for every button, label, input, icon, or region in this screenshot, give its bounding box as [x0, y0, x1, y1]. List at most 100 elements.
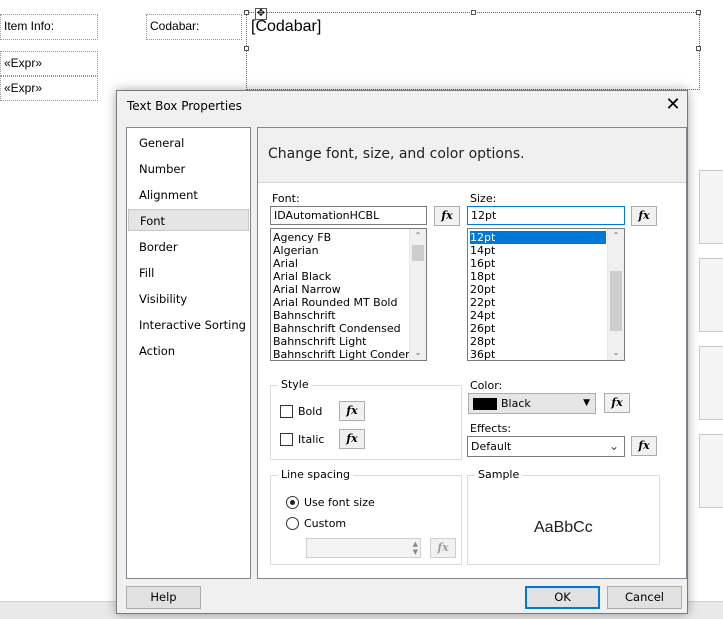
ok-button[interactable]: OK — [525, 586, 600, 609]
nav-visibility[interactable]: Visibility — [128, 288, 249, 310]
font-input[interactable]: IDAutomationHCBL — [270, 206, 427, 225]
size-list-item[interactable]: 14pt — [470, 244, 495, 257]
chevron-down-icon: ▼ — [583, 398, 590, 408]
effects-fx-button[interactable]: fx — [631, 436, 657, 456]
nav-border[interactable]: Border — [128, 236, 249, 258]
font-list-item[interactable]: Arial Narrow — [273, 283, 341, 296]
resize-handle-right[interactable] — [696, 46, 701, 51]
line-spacing-group: Line spacing Use font size Custom ▲ ▼ fx — [270, 468, 462, 565]
italic-label[interactable]: Italic — [298, 433, 324, 446]
style-group: Style Bold fx Italic fx — [270, 378, 462, 460]
font-list-item[interactable]: Agency FB — [273, 231, 331, 244]
move-handle-icon[interactable]: ✥ — [255, 8, 267, 20]
color-swatch — [473, 398, 497, 410]
font-list[interactable]: Agency FB Algerian Arial Arial Black Ari… — [270, 228, 427, 361]
size-fx-button[interactable]: fx — [631, 206, 657, 226]
size-list-scrollbar[interactable]: ⌃ ⌄ — [607, 229, 624, 360]
scroll-up-icon[interactable]: ⌃ — [608, 229, 624, 243]
fx-icon: fx — [346, 404, 358, 417]
scroll-up-icon[interactable]: ⌃ — [410, 229, 426, 243]
bold-checkbox[interactable] — [280, 405, 293, 418]
designer-right-strip — [687, 90, 723, 610]
scroll-thumb[interactable] — [610, 271, 622, 331]
line-spacing-spinner[interactable]: ▲ ▼ — [306, 538, 421, 558]
size-list-item[interactable]: 24pt — [470, 309, 495, 322]
size-list-item[interactable]: 18pt — [470, 270, 495, 283]
codabar-label[interactable]: Codabar: — [146, 14, 242, 40]
size-list-item-selected[interactable]: 12pt — [470, 231, 606, 244]
color-dropdown[interactable]: Black ▼ — [468, 393, 596, 414]
font-list-scrollbar[interactable]: ⌃ ⌄ — [409, 229, 426, 360]
font-fx-button[interactable]: fx — [434, 206, 460, 226]
panel-header-text: Change font, size, and color options. — [268, 146, 525, 162]
scroll-down-icon[interactable]: ⌄ — [608, 346, 624, 360]
italic-fx-button[interactable]: fx — [339, 429, 365, 449]
size-list-item[interactable]: 26pt — [470, 322, 495, 335]
font-list-item[interactable]: Arial — [273, 257, 298, 270]
help-button[interactable]: Help — [126, 586, 201, 609]
color-fx-button[interactable]: fx — [604, 393, 630, 413]
line-spacing-fx-button[interactable]: fx — [430, 538, 456, 558]
expr-cell-2[interactable]: «Expr» — [0, 76, 98, 101]
color-label: Color: — [470, 379, 503, 392]
sample-text: AaBbCc — [534, 519, 593, 536]
size-list-item[interactable]: 28pt — [470, 335, 495, 348]
sample-group: Sample AaBbCc — [467, 468, 660, 565]
size-list-item[interactable]: 20pt — [470, 283, 495, 296]
codabar-value: [Codabar] — [251, 18, 322, 35]
size-input[interactable]: 12pt — [467, 206, 625, 225]
use-font-size-radio[interactable] — [286, 496, 299, 509]
resize-handle-top[interactable] — [471, 10, 476, 15]
bold-fx-button[interactable]: fx — [339, 401, 365, 421]
close-icon[interactable]: ✕ — [663, 95, 683, 115]
effects-label: Effects: — [470, 422, 512, 435]
bold-label[interactable]: Bold — [298, 405, 322, 418]
custom-label[interactable]: Custom — [304, 517, 346, 530]
spinner-arrows-icon[interactable]: ▲ ▼ — [413, 540, 418, 556]
resize-handle-top-left[interactable] — [244, 10, 249, 15]
size-list-item[interactable]: 16pt — [470, 257, 495, 270]
nav-font[interactable]: Font — [128, 209, 249, 231]
scroll-thumb[interactable] — [412, 245, 424, 261]
size-list-item[interactable]: 22pt — [470, 296, 495, 309]
color-value: Black — [501, 397, 531, 410]
nav-action[interactable]: Action — [128, 340, 249, 362]
expr-cell-1[interactable]: «Expr» — [0, 51, 98, 76]
font-list-item[interactable]: Bahnschrift Light — [273, 335, 367, 348]
nav-general[interactable]: General — [128, 132, 249, 154]
nav-interactive-sorting[interactable]: Interactive Sorting — [128, 314, 249, 336]
fx-icon: fx — [638, 439, 650, 452]
resize-handle-top-right[interactable] — [696, 10, 701, 15]
effects-dropdown[interactable]: Default ⌄ — [467, 436, 625, 457]
font-list-item[interactable]: Arial Black — [273, 270, 331, 283]
codabar-textbox-selected[interactable]: [Codabar] ✥ — [244, 8, 701, 90]
line-spacing-group-title: Line spacing — [278, 468, 353, 481]
resize-handle-left[interactable] — [244, 46, 249, 51]
font-list-item[interactable]: Algerian — [273, 244, 319, 257]
nav-number[interactable]: Number — [128, 158, 249, 180]
custom-radio[interactable] — [286, 517, 299, 530]
effects-value: Default — [471, 440, 512, 453]
font-list-item[interactable]: Bahnschrift Condensed — [273, 322, 401, 335]
font-label: Font: — [272, 192, 300, 205]
sample-group-title: Sample — [475, 468, 523, 481]
fx-icon: fx — [638, 209, 650, 222]
nav-alignment[interactable]: Alignment — [128, 184, 249, 206]
size-list[interactable]: 12pt 14pt 16pt 18pt 20pt 22pt 24pt 26pt … — [467, 228, 625, 361]
italic-checkbox[interactable] — [280, 433, 293, 446]
item-info-label[interactable]: Item Info: — [0, 14, 98, 40]
size-label: Size: — [470, 192, 497, 205]
cancel-button[interactable]: Cancel — [607, 586, 682, 609]
text-box-properties-dialog: Text Box Properties ✕ General Number Ali… — [116, 90, 688, 614]
nav-fill[interactable]: Fill — [128, 262, 249, 284]
scroll-down-icon[interactable]: ⌄ — [410, 346, 426, 360]
dialog-title: Text Box Properties — [127, 99, 242, 113]
font-list-item[interactable]: Bahnschrift Light Condens — [273, 348, 409, 360]
chevron-down-icon: ⌄ — [608, 439, 619, 453]
use-font-size-label[interactable]: Use font size — [304, 496, 375, 509]
font-list-item[interactable]: Bahnschrift — [273, 309, 336, 322]
size-list-item[interactable]: 36pt — [470, 348, 495, 360]
style-group-title: Style — [278, 378, 312, 391]
font-list-item[interactable]: Arial Rounded MT Bold — [273, 296, 397, 309]
panel-header: Change font, size, and color options. — [258, 128, 686, 183]
